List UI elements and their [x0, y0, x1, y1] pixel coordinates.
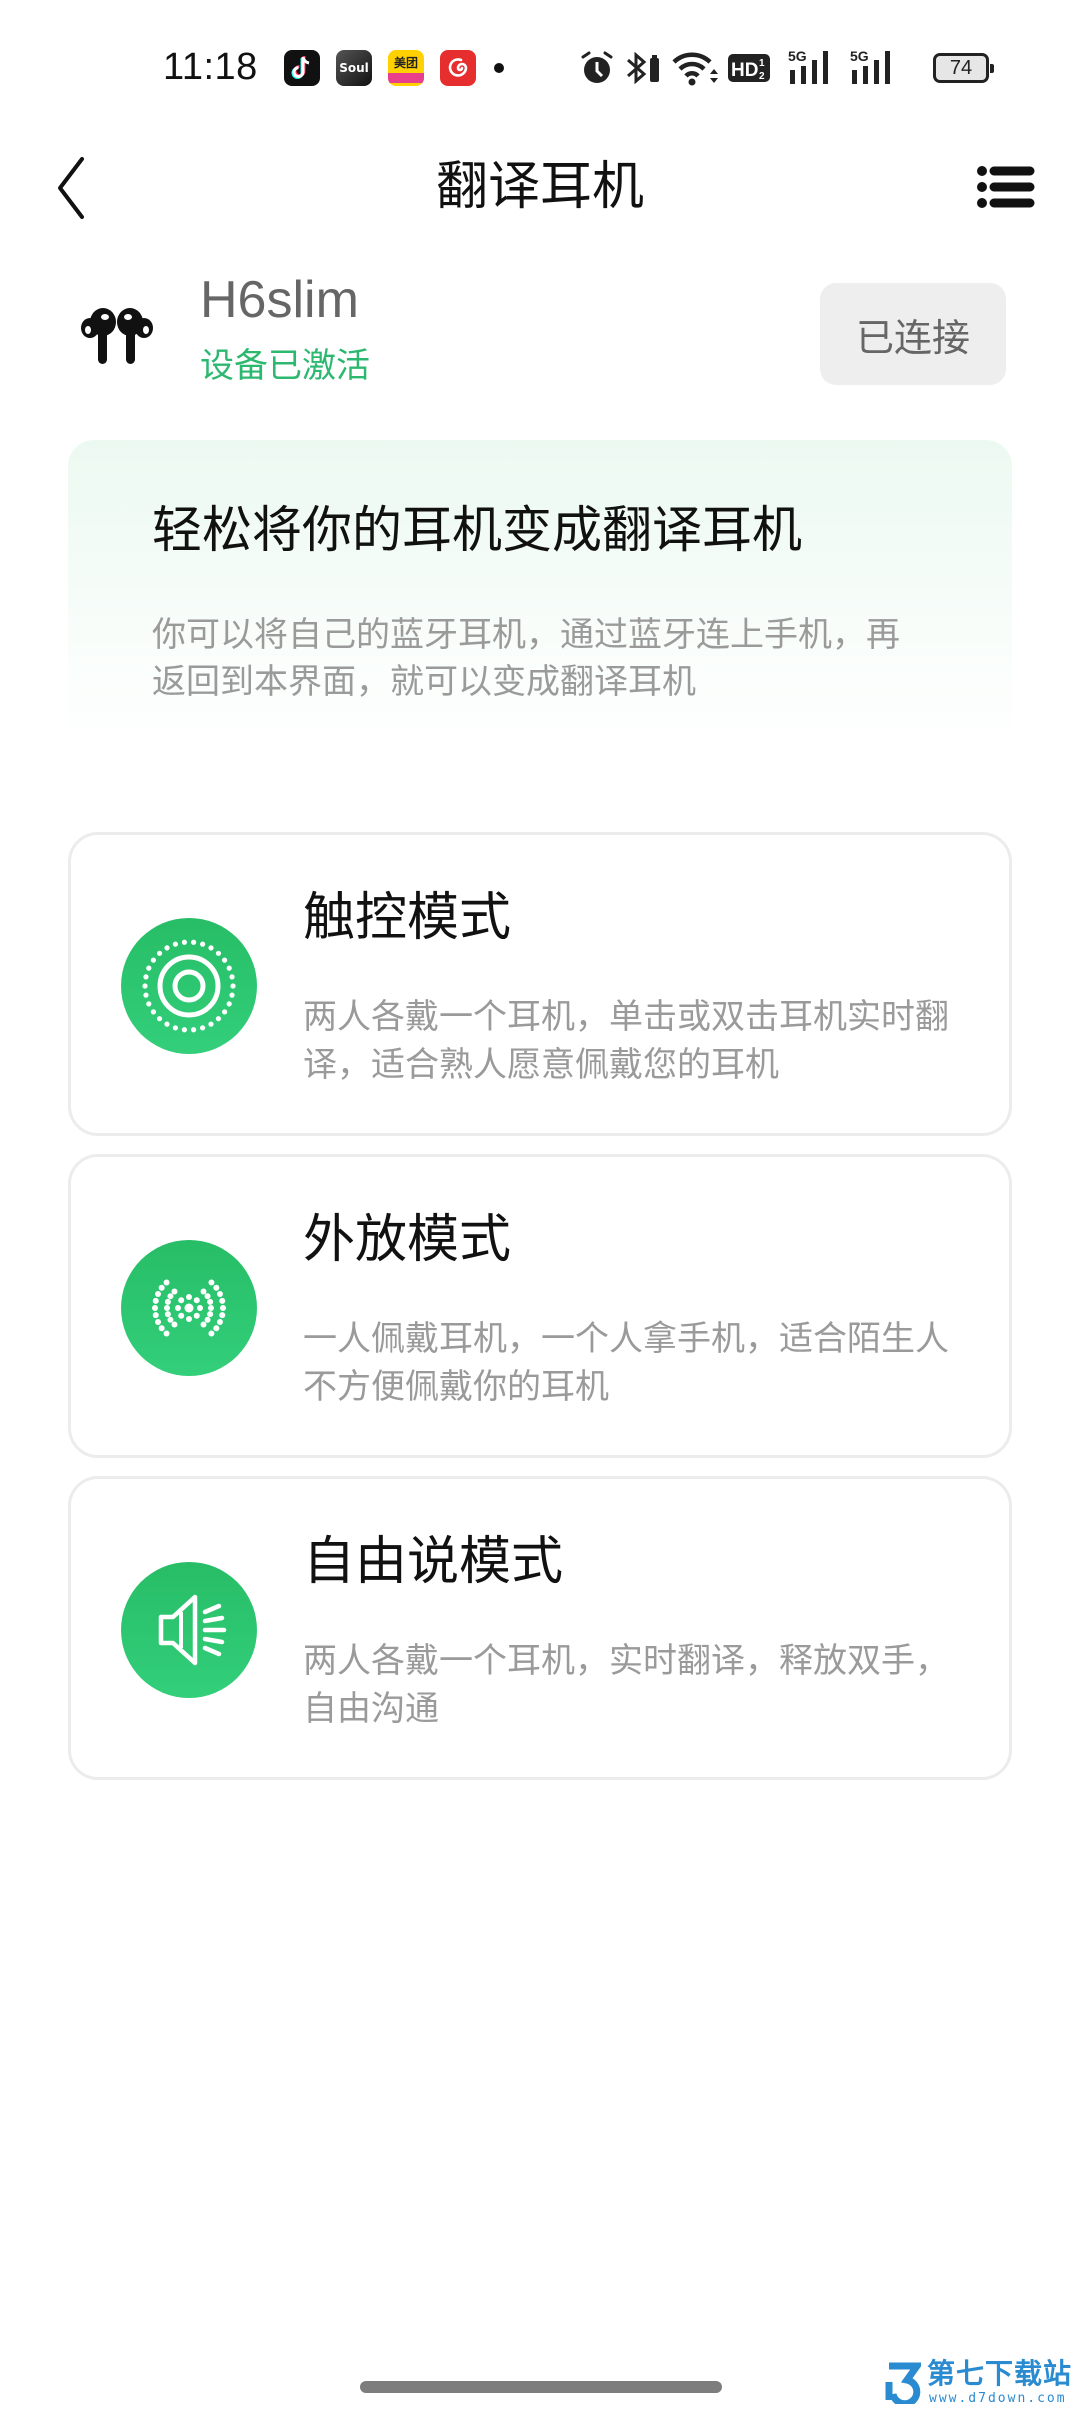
svg-text:5G: 5G — [850, 48, 869, 64]
soul-glyph: Soul — [339, 61, 369, 75]
network-label-1: 5G — [788, 48, 807, 64]
menu-button[interactable] — [972, 157, 1036, 217]
more-notifications-dot-icon — [494, 63, 504, 73]
svg-text:2: 2 — [759, 71, 765, 82]
watermark-name: 第七下载站 — [927, 2357, 1073, 2390]
app-header: 翻译耳机 — [0, 135, 1080, 235]
svg-text:1: 1 — [759, 58, 765, 69]
mode-title: 外放模式 — [303, 1210, 512, 1270]
mode-description: 两人各戴一个耳机，单击或双击耳机实时翻译，适合熟人愿意佩戴您的耳机 — [303, 997, 949, 1085]
banner-description: 你可以将自己的蓝牙耳机，通过蓝牙连上手机，再返回到本界面，就可以变成翻译耳机 — [152, 615, 900, 702]
bluetooth-icon — [624, 48, 664, 88]
page-title: 翻译耳机 — [435, 157, 644, 217]
mode-card-free-talk[interactable]: 自由说模式 两人各戴一个耳机，实时翻译，释放双手，自由沟通 — [68, 1476, 1012, 1780]
status-bar: 11:18 Soul 美团 HD 1 2 5G 5G 74 — [0, 0, 1080, 135]
list-menu-icon — [977, 166, 1035, 208]
mode-card-speaker-out[interactable]: 外放模式 一人佩戴耳机，一个人拿手机，适合陌生人不方便佩戴你的耳机 — [68, 1154, 1012, 1458]
d7-logo-icon — [885, 2362, 921, 2404]
speaker-icon — [121, 1562, 257, 1698]
signal-5g-sim2-icon: 5G — [850, 48, 898, 88]
device-name: H6slim — [200, 271, 359, 329]
wifi-icon — [672, 48, 720, 88]
mode-title: 自由说模式 — [303, 1532, 564, 1592]
mode-description: 一人佩戴耳机，一个人拿手机，适合陌生人不方便佩戴你的耳机 — [303, 1319, 949, 1407]
watermark: 第七下载站 www.d7down.com — [885, 2358, 1080, 2408]
douyin-notification-icon — [284, 50, 320, 86]
home-indicator[interactable] — [360, 2381, 722, 2393]
earbuds-icon — [78, 300, 158, 370]
mode-title: 触控模式 — [303, 888, 512, 948]
touch-target-icon — [121, 918, 257, 1054]
meituan-notification-icon: 美团 — [388, 50, 424, 86]
status-time: 11:18 — [163, 46, 258, 88]
hd-volte-icon: HD 1 2 — [728, 48, 770, 88]
soul-notification-icon: Soul — [336, 50, 372, 86]
svg-text:HD: HD — [731, 60, 758, 81]
broadcast-icon — [121, 1240, 257, 1376]
signal-5g-sim1-icon: 5G — [788, 48, 836, 88]
banner-title: 轻松将你的耳机变成翻译耳机 — [152, 501, 802, 559]
intro-banner: 轻松将你的耳机变成翻译耳机 你可以将自己的蓝牙耳机，通过蓝牙连上手机，再返回到本… — [68, 440, 1012, 752]
battery-indicator: 74 — [933, 53, 994, 83]
connection-status-button[interactable]: 已连接 — [820, 283, 1006, 385]
watermark-url: www.d7down.com — [929, 2391, 1067, 2406]
device-row: H6slim 设备已激活 已连接 — [0, 260, 1080, 400]
mode-description: 两人各戴一个耳机，实时翻译，释放双手，自由沟通 — [303, 1641, 949, 1729]
battery-level: 74 — [949, 56, 973, 79]
meituan-glyph: 美团 — [393, 55, 418, 70]
device-status: 设备已激活 — [200, 346, 370, 386]
netease-music-notification-icon — [440, 50, 476, 86]
mode-list: 触控模式 两人各戴一个耳机，单击或双击耳机实时翻译，适合熟人愿意佩戴您的耳机 外… — [68, 832, 1012, 1798]
mode-card-touch[interactable]: 触控模式 两人各戴一个耳机，单击或双击耳机实时翻译，适合熟人愿意佩戴您的耳机 — [68, 832, 1012, 1136]
alarm-icon — [578, 48, 616, 88]
